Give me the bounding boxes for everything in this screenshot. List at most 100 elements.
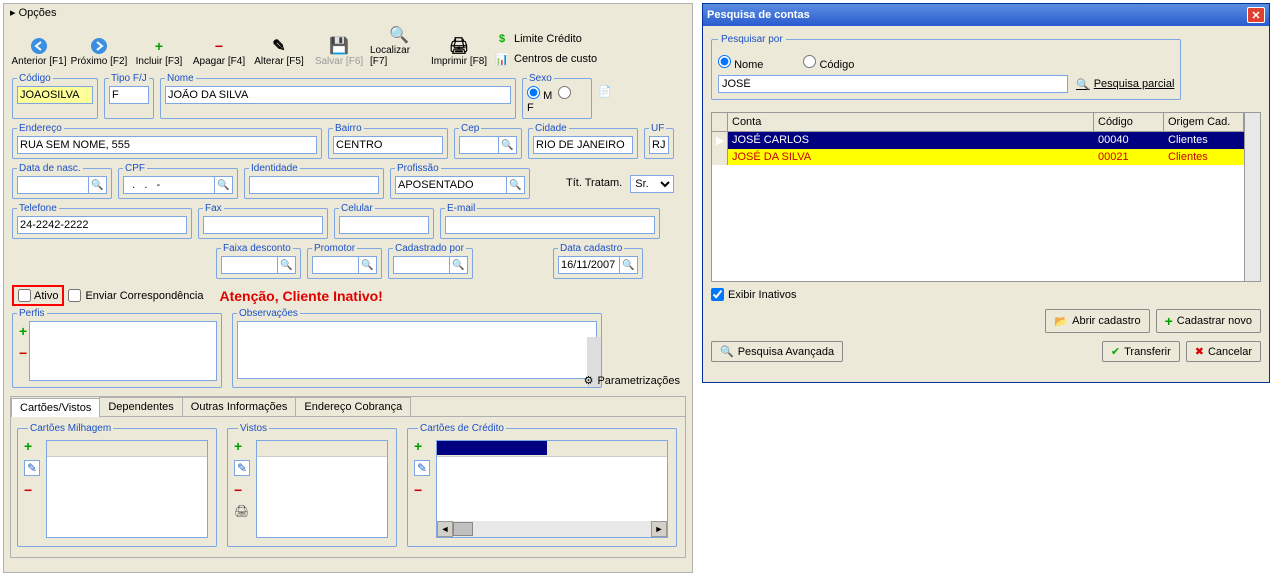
credito-remove[interactable]: −: [414, 482, 430, 498]
email-input[interactable]: [445, 216, 655, 234]
gear-icon: ⚙: [584, 374, 594, 387]
promotor-lookup[interactable]: 🔍: [359, 256, 377, 274]
credito-add[interactable]: +: [414, 438, 430, 454]
tab-outras[interactable]: Outras Informações: [182, 397, 297, 416]
perfil-add-button[interactable]: +: [19, 323, 27, 339]
milhagem-remove[interactable]: −: [24, 482, 40, 498]
cancelar-button[interactable]: ✖Cancelar: [1186, 341, 1261, 362]
celular-input[interactable]: [339, 216, 429, 234]
cpf-lookup[interactable]: 🔍: [215, 176, 233, 194]
obs-textarea[interactable]: [237, 321, 597, 379]
vistos-grid[interactable]: [256, 440, 388, 538]
datanasc-lookup[interactable]: 🔍: [89, 176, 107, 194]
bairro-input[interactable]: [333, 136, 443, 154]
vistos-remove[interactable]: −: [234, 482, 250, 498]
tab-endereco[interactable]: Endereço Cobrança: [295, 397, 411, 416]
nome-label: Nome: [165, 73, 196, 84]
vistos-label: Vistos: [238, 423, 269, 434]
profissao-input[interactable]: [395, 176, 507, 194]
cep-input[interactable]: [459, 136, 499, 154]
vistos-add[interactable]: +: [234, 438, 250, 454]
imprimir-button[interactable]: 🖨Imprimir [F8]: [430, 36, 488, 67]
profissao-label: Profissão: [395, 163, 441, 174]
dialog-title: Pesquisa de contas: [707, 9, 810, 21]
table-row[interactable]: JOSÉ DA SILVA00021Clientes: [712, 149, 1244, 165]
credito-grid[interactable]: ◄►: [436, 440, 668, 538]
anterior-button[interactable]: Anterior [F1]: [10, 36, 68, 67]
cadpor-lookup[interactable]: 🔍: [450, 256, 468, 274]
abrir-cadastro-button[interactable]: 📂Abrir cadastro: [1045, 309, 1149, 333]
cadpor-input[interactable]: [393, 256, 450, 274]
pesquisar-label: Pesquisar por: [718, 34, 786, 45]
milhagem-add[interactable]: +: [24, 438, 40, 454]
profissao-lookup[interactable]: 🔍: [507, 176, 525, 194]
codigo-label: Código: [17, 73, 53, 84]
proximo-button[interactable]: Próximo [F2]: [70, 36, 128, 67]
vistos-print[interactable]: 🖨: [234, 504, 250, 518]
limite-credito-button[interactable]: $Limite Crédito: [494, 31, 597, 47]
uf-input[interactable]: [649, 136, 669, 154]
parametrizacoes-button[interactable]: ⚙Parametrizações: [584, 374, 680, 387]
telefone-label: Telefone: [17, 203, 59, 214]
apagar-button[interactable]: −Apagar [F4]: [190, 36, 248, 67]
fax-input[interactable]: [203, 216, 323, 234]
col-origem[interactable]: Origem Cad.: [1164, 113, 1244, 131]
datacad-input[interactable]: [558, 256, 620, 274]
centros-custo-button[interactable]: 📊Centros de custo: [494, 51, 597, 67]
tab-dependentes[interactable]: Dependentes: [99, 397, 182, 416]
perfis-area[interactable]: [29, 321, 217, 381]
tipo-input[interactable]: [109, 86, 149, 104]
endereco-label: Endereço: [17, 123, 64, 134]
pesquisa-avancada-button[interactable]: 🔍Pesquisa Avançada: [711, 341, 843, 362]
vistos-edit[interactable]: ✎: [234, 460, 250, 476]
telefone-input[interactable]: [17, 216, 187, 234]
promotor-label: Promotor: [312, 243, 357, 254]
obs-label: Observações: [237, 308, 300, 319]
table-row[interactable]: ▶JOSÉ CARLOS00040Clientes: [712, 132, 1244, 149]
codigo-input[interactable]: [17, 86, 93, 104]
col-codigo[interactable]: Código: [1094, 113, 1164, 131]
search-codigo-radio[interactable]: [803, 55, 816, 68]
endereco-input[interactable]: [17, 136, 317, 154]
sexo-f-radio[interactable]: [558, 86, 571, 99]
datanasc-input[interactable]: [17, 176, 89, 194]
ativo-checkbox[interactable]: [18, 289, 31, 302]
search-nome-radio[interactable]: [718, 55, 731, 68]
dialog-close-button[interactable]: ✕: [1247, 7, 1265, 23]
faixa-input[interactable]: [221, 256, 278, 274]
enviar-checkbox[interactable]: [68, 289, 81, 302]
sexo-m-radio[interactable]: [527, 86, 540, 99]
identidade-input[interactable]: [249, 176, 379, 194]
transferir-button[interactable]: ✔Transferir: [1102, 341, 1180, 362]
cep-lookup[interactable]: 🔍: [499, 136, 517, 154]
search-icon: 🔍: [1076, 78, 1090, 91]
cadastrar-novo-button[interactable]: +Cadastrar novo: [1156, 309, 1261, 333]
tittratam-select[interactable]: Sr.: [630, 175, 674, 193]
credito-hscroll[interactable]: ◄►: [437, 521, 667, 537]
credito-edit[interactable]: ✎: [414, 460, 430, 476]
incluir-button[interactable]: +Incluir [F3]: [130, 36, 188, 67]
perfis-label: Perfis: [17, 308, 47, 319]
datacad-lookup[interactable]: 🔍: [620, 256, 638, 274]
cidade-input[interactable]: [533, 136, 633, 154]
check-icon: ✔: [1111, 345, 1120, 358]
cep-label: Cep: [459, 123, 481, 134]
col-conta[interactable]: Conta: [728, 113, 1094, 131]
milhagem-grid[interactable]: [46, 440, 208, 538]
faixa-lookup[interactable]: 🔍: [278, 256, 296, 274]
search-input[interactable]: [718, 75, 1068, 93]
grid-vscroll[interactable]: [1244, 113, 1260, 281]
alterar-button[interactable]: ✎Alterar [F5]: [250, 36, 308, 67]
salvar-button[interactable]: 💾Salvar [F6]: [310, 36, 368, 67]
pesquisa-parcial-link[interactable]: 🔍Pesquisa parcial: [1076, 78, 1174, 91]
exibir-inativos-checkbox[interactable]: [711, 288, 724, 301]
milhagem-edit[interactable]: ✎: [24, 460, 40, 476]
promotor-input[interactable]: [312, 256, 359, 274]
copy-icon[interactable]: 📄: [598, 73, 612, 123]
email-label: E-mail: [445, 203, 477, 214]
nome-input[interactable]: [165, 86, 511, 104]
localizar-button[interactable]: 🔍Localizar [F7]: [370, 25, 428, 67]
perfil-remove-button[interactable]: −: [19, 345, 27, 361]
cpf-input[interactable]: [123, 176, 215, 194]
tab-cartoes[interactable]: Cartões/Vistos: [11, 398, 100, 417]
